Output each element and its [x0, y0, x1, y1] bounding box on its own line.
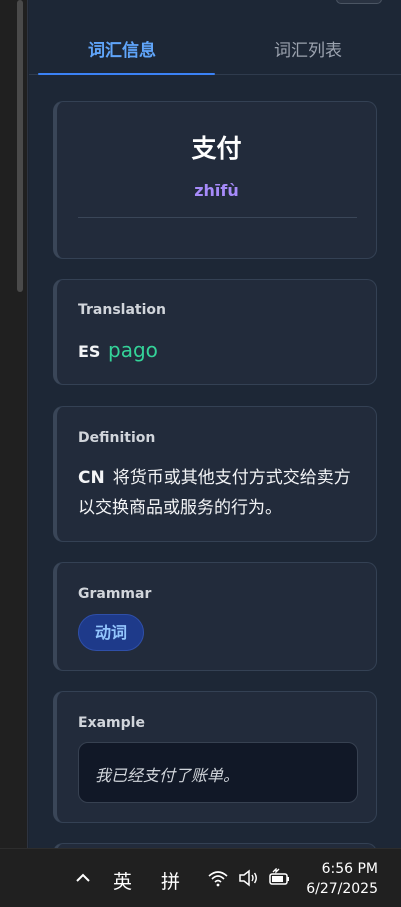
- system-clock[interactable]: 6:56 PM 6/27/2025: [306, 859, 378, 899]
- definition-lang-tag: CN: [78, 468, 105, 488]
- translation-card: Translation ES pago: [53, 279, 377, 385]
- tab-bar: 词汇信息 词汇列表: [29, 17, 401, 75]
- clock-date: 6/27/2025: [306, 881, 378, 897]
- example-card: Example 我已经支付了账单。: [53, 691, 377, 823]
- top-button-fragment[interactable]: [336, 0, 382, 4]
- definition-label: Definition: [78, 430, 156, 446]
- part-of-speech-badge: 动词: [78, 614, 145, 651]
- translation-label: Translation: [78, 302, 166, 318]
- example-box: 我已经支付了账单。: [78, 742, 358, 803]
- word-pinyin: zhīfù: [194, 181, 239, 200]
- translation-lang-tag: ES: [78, 342, 101, 361]
- clock-time: 6:56 PM: [321, 861, 378, 877]
- scrollbar-thumb[interactable]: [17, 0, 23, 292]
- example-sentence: 我已经支付了账单。: [95, 766, 240, 785]
- definition-text: 将货币或其他支付方式交给卖方以交换商品或服务的行为。: [78, 468, 351, 518]
- wifi-icon[interactable]: [207, 868, 229, 888]
- app-root: 词汇信息 词汇列表 支付 zhīfù Translation ES pago D…: [0, 0, 401, 907]
- definition-card: Definition CN 将货币或其他支付方式交给卖方以交换商品或服务的行为。: [53, 406, 377, 542]
- ime-mode-english[interactable]: 英: [113, 867, 132, 894]
- tab-word-list[interactable]: 词汇列表: [215, 17, 401, 74]
- grammar-card: Grammar 动词: [53, 562, 377, 671]
- ime-mode-pinyin[interactable]: 拼: [161, 867, 180, 894]
- chevron-up-icon[interactable]: [72, 867, 94, 889]
- left-scroll-strip: [0, 0, 28, 848]
- example-label: Example: [78, 715, 145, 731]
- taskbar: 英 拼 6:56 PM 6/27/2025: [0, 848, 401, 907]
- vocab-panel: 词汇信息 词汇列表 支付 zhīfù Translation ES pago D…: [29, 0, 401, 848]
- grammar-label: Grammar: [78, 586, 152, 602]
- definition-text-block: CN 将货币或其他支付方式交给卖方以交换商品或服务的行为。: [78, 463, 358, 523]
- divider: [78, 217, 357, 218]
- volume-icon[interactable]: [237, 868, 259, 888]
- word-hanzi: 支付: [191, 134, 242, 163]
- battery-icon[interactable]: [267, 868, 291, 888]
- word-card: 支付 zhīfù: [53, 101, 377, 259]
- tab-word-info[interactable]: 词汇信息: [29, 17, 215, 75]
- translation-value: pago: [108, 338, 158, 362]
